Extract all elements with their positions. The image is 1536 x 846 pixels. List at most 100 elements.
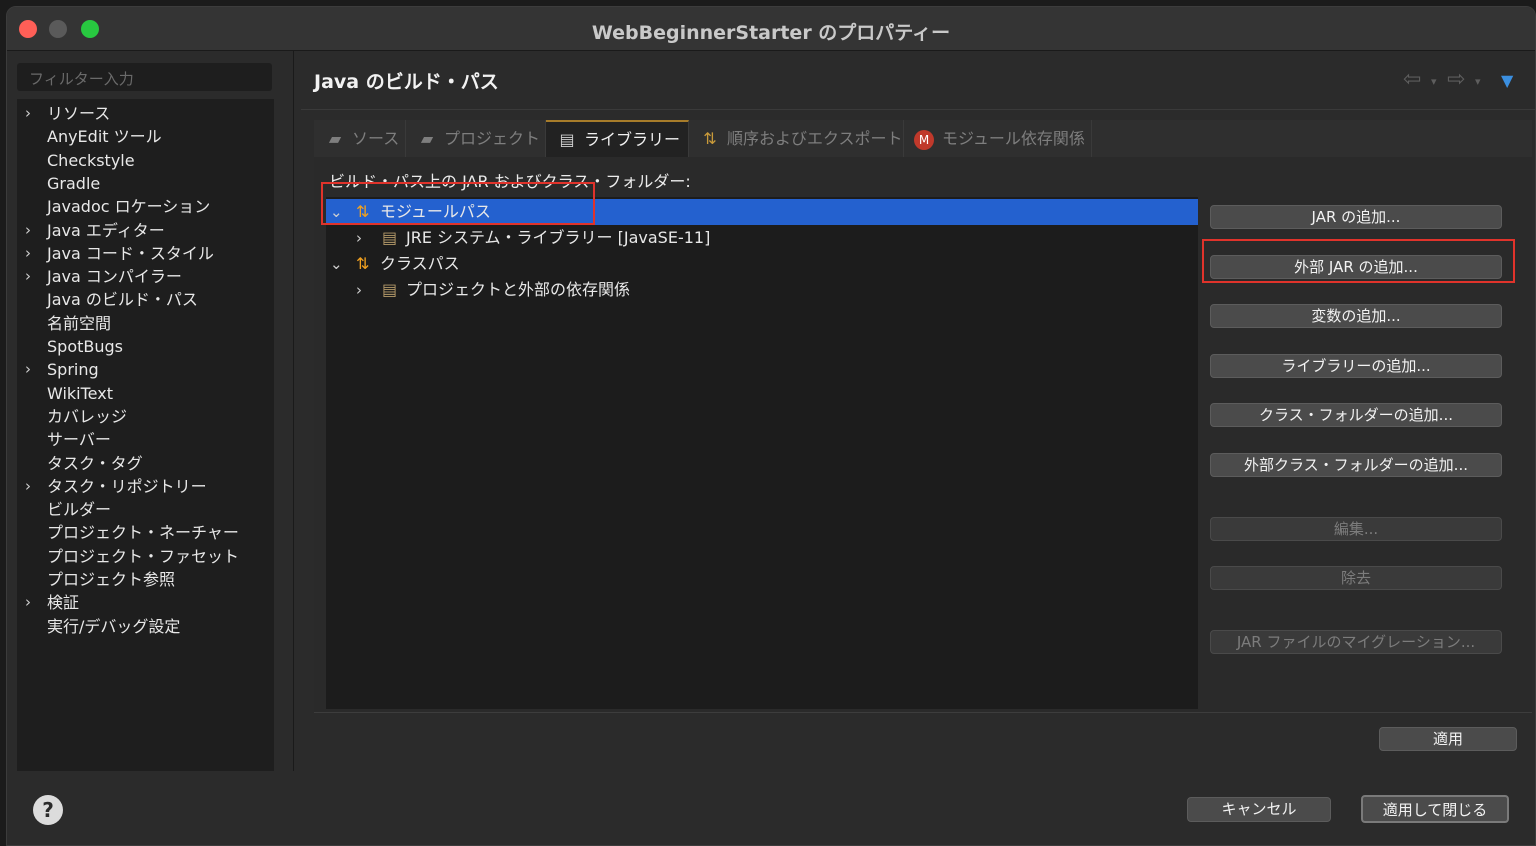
sidebar-item[interactable]: › Java コンパイラー: [17, 265, 274, 288]
chevron-down-icon[interactable]: ⌄: [330, 251, 343, 277]
tree-row-project-deps[interactable]: › ▤ プロジェクトと外部の依存関係: [326, 277, 1198, 303]
tree-row-jre-library[interactable]: › ▤ JRE システム・ライブラリー [JavaSE-11]: [326, 225, 1198, 251]
sidebar-item[interactable]: Checkstyle: [17, 149, 274, 172]
sidebar-item[interactable]: カバレッジ: [17, 405, 274, 428]
chevron-right-icon[interactable]: ›: [25, 475, 39, 498]
add-library-button[interactable]: ライブラリーの追加...: [1210, 354, 1502, 378]
sidebar-item[interactable]: › 検証: [17, 591, 274, 614]
sidebar-item-label: Gradle: [47, 173, 101, 193]
chevron-right-icon[interactable]: ›: [25, 265, 39, 288]
order-export-icon: ⇅: [703, 129, 717, 148]
sidebar-item-label: プロジェクト・ファセット: [47, 546, 240, 566]
sidebar-item[interactable]: Gradle: [17, 172, 274, 195]
sidebar-item[interactable]: › リソース: [17, 102, 274, 125]
chevron-right-icon[interactable]: ›: [356, 225, 362, 251]
highlight-module-path: [321, 182, 595, 225]
tab-libraries[interactable]: ▤ ライブラリー: [546, 120, 689, 157]
sidebar-item-label: Java エディター: [47, 220, 165, 240]
sidebar-item[interactable]: Javadoc ロケーション: [17, 195, 274, 218]
history-nav: ⇦ ▾ ⇨ ▾ ▼: [1403, 67, 1523, 93]
apply-and-close-button[interactable]: 適用して閉じる: [1361, 795, 1509, 823]
back-arrow-icon[interactable]: ⇦: [1403, 67, 1421, 92]
sidebar-item[interactable]: サーバー: [17, 428, 274, 451]
sidebar-item[interactable]: 実行/デバッグ設定: [17, 615, 274, 638]
chevron-right-icon[interactable]: ›: [25, 591, 39, 614]
sidebar-item[interactable]: Java のビルド・パス: [17, 288, 274, 311]
sidebar-item[interactable]: ビルダー: [17, 498, 274, 521]
tab-source[interactable]: ▰ ソース: [314, 120, 406, 157]
cancel-button[interactable]: キャンセル: [1187, 797, 1331, 822]
sidebar-item-label: Java コンパイラー: [47, 267, 182, 287]
forward-arrow-icon[interactable]: ⇨: [1447, 67, 1465, 92]
back-menu-icon[interactable]: ▾: [1431, 75, 1437, 88]
sidebar-item-label: リソース: [47, 104, 111, 123]
sidebar-item-label: ビルダー: [47, 500, 112, 520]
sidebar-item[interactable]: プロジェクト・ファセット: [17, 545, 274, 568]
sidebar-item-label: AnyEdit ツール: [47, 127, 162, 147]
sidebar-item[interactable]: › Java コード・スタイル: [17, 242, 274, 265]
library-icon: ▤: [382, 228, 398, 247]
sidebar-item-label: 実行/デバッグ設定: [47, 616, 181, 636]
add-external-class-folder-button[interactable]: 外部クラス・フォルダーの追加...: [1210, 453, 1502, 477]
sidebar-item[interactable]: タスク・タグ: [17, 452, 274, 475]
apply-button[interactable]: 適用: [1379, 727, 1517, 751]
migrate-jar-button[interactable]: JAR ファイルのマイグレーション...: [1210, 630, 1502, 654]
add-variable-button[interactable]: 変数の追加...: [1210, 304, 1502, 328]
sidebar-item[interactable]: 名前空間: [17, 312, 274, 335]
sidebar-item-label: タスク・タグ: [47, 453, 143, 473]
tree-row-classpath[interactable]: ⌄ ⇅ クラスパス: [326, 251, 1198, 277]
sidebar-item[interactable]: › Spring: [17, 358, 274, 381]
sidebar-item-label: Java のビルド・パス: [47, 290, 198, 310]
sidebar-item-label: Javadoc ロケーション: [47, 197, 211, 217]
title-bar: WebBeginnerStarter のプロパティー: [7, 7, 1535, 51]
sidebar-item-label: Checkstyle: [47, 150, 135, 170]
view-menu-icon[interactable]: ▼: [1501, 71, 1513, 90]
sidebar-item-label: サーバー: [47, 430, 111, 450]
tab-projects[interactable]: ▰ プロジェクト: [406, 120, 546, 157]
chevron-right-icon[interactable]: ›: [356, 277, 362, 303]
chevron-right-icon[interactable]: ›: [25, 219, 39, 242]
sidebar-item-label: Java コード・スタイル: [47, 243, 214, 263]
properties-dialog: WebBeginnerStarter のプロパティー フィルター入力 › リソース…: [6, 6, 1536, 846]
sidebar-item[interactable]: プロジェクト・ネーチャー: [17, 521, 274, 544]
tab-module-dependencies[interactable]: M モジュール依存関係: [904, 120, 1092, 157]
add-class-folder-button[interactable]: クラス・フォルダーの追加...: [1210, 403, 1502, 427]
project-folder-icon: ▰: [420, 129, 434, 148]
module-icon: M: [914, 129, 934, 150]
sidebar-item[interactable]: SpotBugs: [17, 335, 274, 358]
build-path-tree[interactable]: ⌄ ⇅ モジュールパス › ▤ JRE システム・ライブラリー [JavaSE-…: [326, 197, 1198, 709]
library-icon: ▤: [382, 280, 398, 299]
help-icon[interactable]: ?: [33, 795, 63, 825]
tab-order-export[interactable]: ⇅ 順序およびエクスポート: [689, 120, 904, 157]
separator: [301, 109, 1535, 110]
chevron-right-icon[interactable]: ›: [25, 242, 39, 265]
sidebar-item-label: SpotBugs: [47, 337, 123, 356]
library-icon: ▤: [559, 130, 575, 149]
remove-button[interactable]: 除去: [1210, 566, 1502, 590]
sidebar-tree: › リソース AnyEdit ツール Checkstyle Gradle Javadoc …: [17, 99, 274, 771]
sidebar-item-label: Spring: [47, 360, 99, 380]
sidebar: フィルター入力 › リソース AnyEdit ツール Checkstyle Gradle…: [17, 61, 274, 771]
sidebar-item[interactable]: AnyEdit ツール: [17, 125, 274, 148]
chevron-right-icon[interactable]: ›: [25, 358, 39, 381]
page-title: Java のビルド・パス: [314, 71, 499, 93]
window-title: WebBeginnerStarter のプロパティー: [591, 22, 951, 44]
sidebar-item-label: WikiText: [47, 383, 113, 403]
sash[interactable]: [293, 51, 294, 771]
sidebar-item-label: 検証: [47, 593, 80, 613]
sidebar-item[interactable]: › タスク・リポジトリー: [17, 475, 274, 498]
sidebar-item[interactable]: › Java エディター: [17, 219, 274, 242]
edit-button[interactable]: 編集...: [1210, 517, 1502, 541]
sidebar-item-label: カバレッジ: [47, 406, 128, 426]
tab-bar: ▰ ソース ▰ プロジェクト ▤ ライブラリー ⇅ 順序およびエクスポート M モジュール…: [314, 120, 1532, 157]
source-folder-icon: ▰: [328, 129, 342, 148]
add-jar-button[interactable]: JAR の追加...: [1210, 205, 1502, 229]
sidebar-item[interactable]: プロジェクト参照: [17, 568, 274, 591]
filter-input[interactable]: フィルター入力: [17, 63, 272, 91]
chevron-right-icon[interactable]: ›: [25, 102, 39, 125]
path-icon: ⇅: [356, 254, 370, 273]
forward-menu-icon[interactable]: ▾: [1475, 75, 1481, 88]
sidebar-item-label: プロジェクト参照: [47, 570, 176, 589]
sidebar-item[interactable]: WikiText: [17, 382, 274, 405]
highlight-add-external-jar: [1202, 239, 1515, 283]
